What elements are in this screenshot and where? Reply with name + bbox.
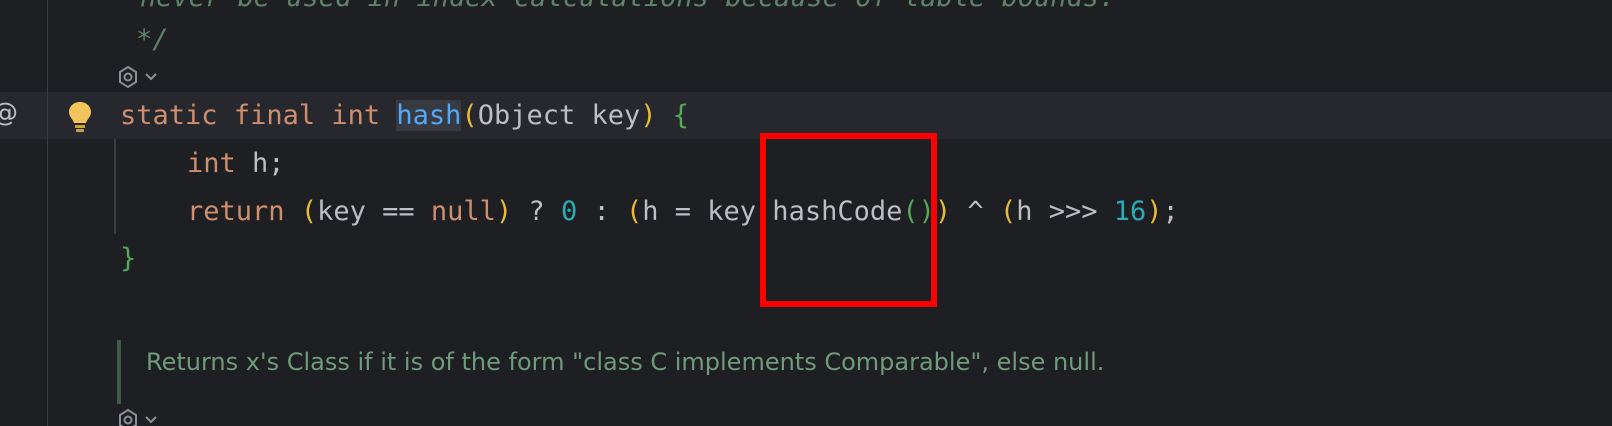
paren-close: ) (495, 196, 513, 227)
lightbulb-icon[interactable] (66, 100, 94, 134)
declaration-rest: h; (235, 148, 285, 179)
rendered-doc-comment[interactable]: Returns x's Class if it is of the form "… (146, 348, 1104, 376)
paren-close: ) (640, 100, 657, 131)
paren-open: ( (626, 196, 643, 227)
keyword-final: final (233, 100, 316, 131)
code-editor[interactable]: never be used in index calculations beca… (0, 0, 1612, 426)
xor-operator: ^ (951, 196, 1000, 227)
number-zero: 0 (560, 196, 578, 227)
paren-open: ( (999, 196, 1017, 227)
keyword-null: null (430, 196, 496, 227)
paren-close: ) (1146, 196, 1163, 227)
expr-key-eq: key == (317, 196, 431, 227)
gutter-divider (47, 0, 48, 426)
paren-open: ( (300, 196, 318, 227)
indent-guide (114, 139, 116, 234)
closing-brace: } (120, 243, 137, 274)
paren-open: ( (461, 100, 478, 131)
javadoc-comment-partial: never be used in index calculations beca… (140, 0, 1115, 21)
semicolon: ; (1162, 196, 1179, 227)
ai-assistant-icon[interactable] (116, 65, 160, 89)
method-signature-line[interactable]: static final int hash(Object key) { (120, 92, 689, 139)
javadoc-comment-end: */ (136, 24, 169, 55)
paren-close: ) (934, 196, 952, 227)
method-name[interactable]: hash (396, 100, 462, 131)
annotation-highlight-box (760, 133, 937, 307)
keyword-return: return (187, 196, 285, 227)
ai-assistant-icon[interactable] (116, 408, 160, 426)
keyword-int: int (331, 100, 381, 131)
shift-expr: h >>> (1016, 196, 1114, 227)
number-sixteen: 16 (1113, 196, 1147, 227)
implements-marker-icon[interactable]: @ (0, 98, 18, 128)
keyword-static: static (120, 100, 218, 131)
ternary-operator: ? (512, 196, 561, 227)
keyword-int: int (187, 148, 236, 179)
brace-open: { (672, 100, 690, 131)
colon-operator: : (577, 196, 626, 227)
return-line[interactable]: return (key == null) ? 0 : (h = key.hash… (187, 188, 1179, 235)
chevron-down-icon (145, 416, 157, 424)
method-params: Object key (477, 100, 641, 131)
rendered-doc-bar (117, 340, 121, 404)
chevron-down-icon (145, 73, 157, 81)
declaration-line[interactable]: int h; (187, 140, 285, 187)
